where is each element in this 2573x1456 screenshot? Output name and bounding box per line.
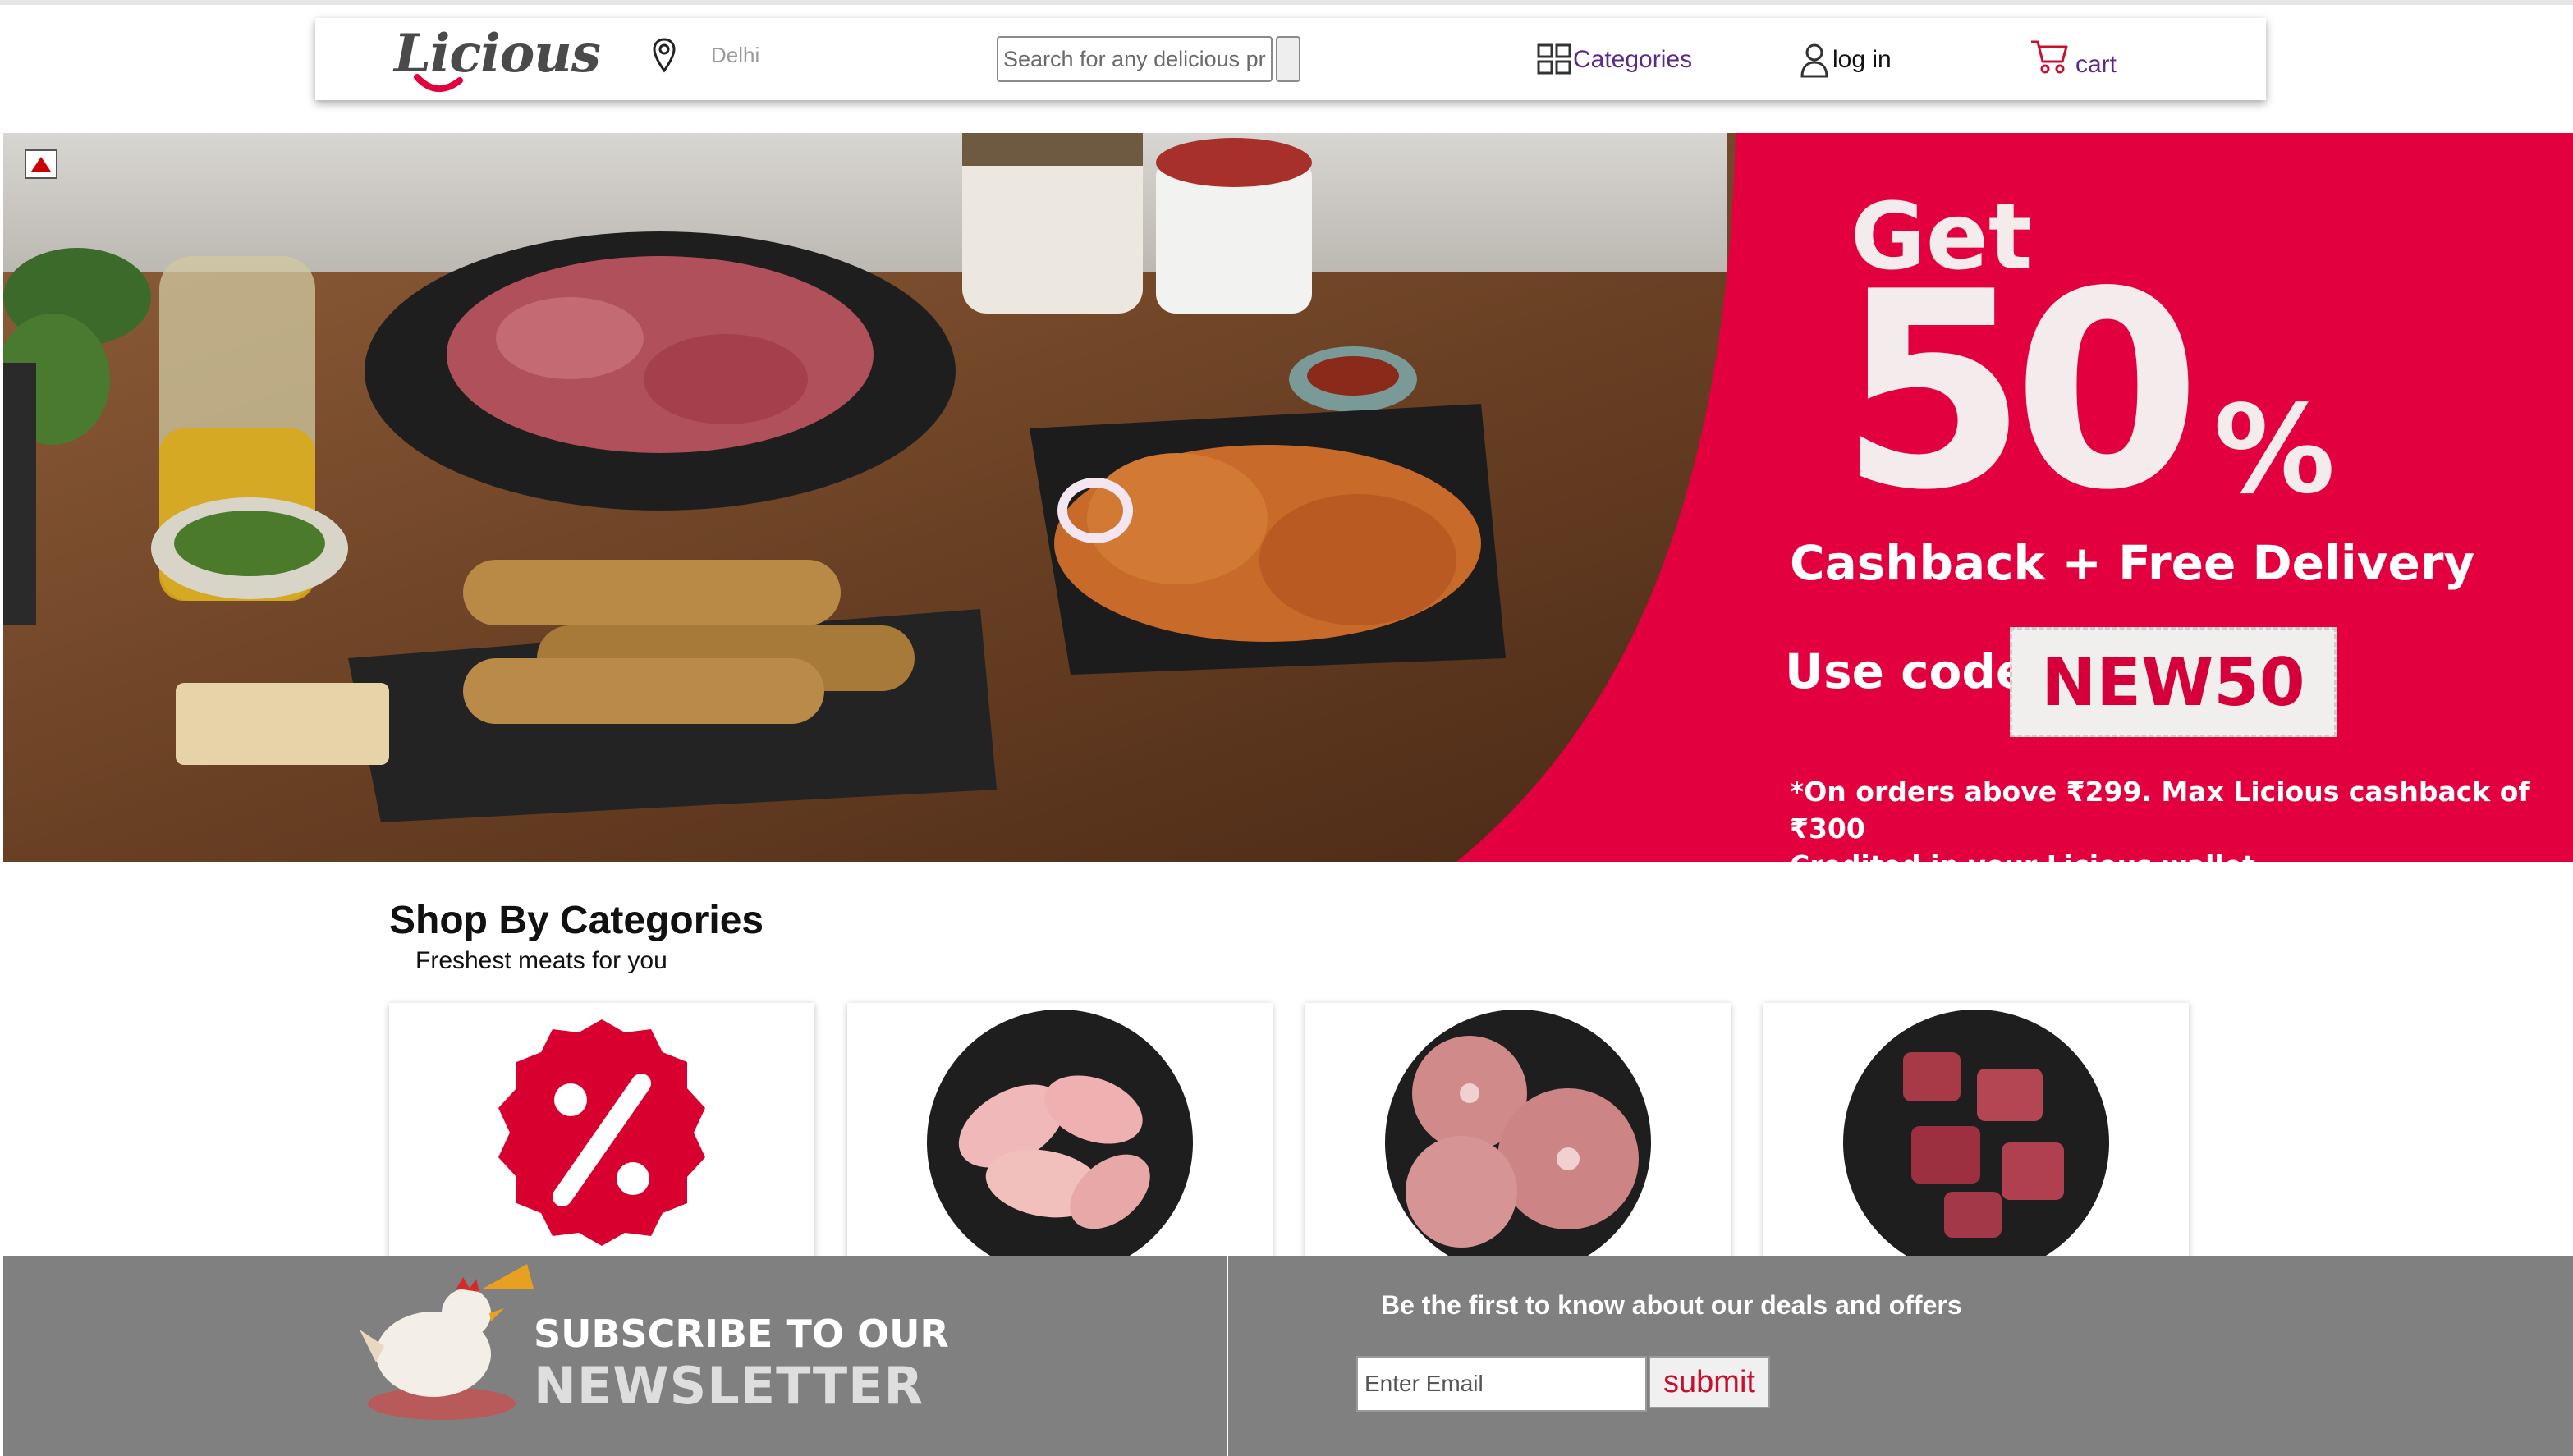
promo-use-code-label: Use code (1785, 643, 2029, 699)
search-button[interactable] (1276, 36, 1300, 82)
promo-percent-sign: % (2213, 379, 2336, 520)
logo-smile-icon (414, 74, 463, 93)
newsletter-footer: SUBSCRIBE TO OUR NEWSLETTER Be the first… (3, 1256, 2573, 1456)
promo-percent-number: 50 (1839, 234, 2201, 549)
cart-link[interactable]: cart (2030, 36, 2117, 85)
newsletter-email-input[interactable] (1356, 1356, 1647, 1412)
category-cards (389, 1003, 2195, 1266)
newsletter-divider (1227, 1256, 1228, 1456)
promo-note: *On orders above ₹299. Max Licious cashb… (1790, 773, 2573, 862)
rooster-mascot-icon (360, 1264, 534, 1420)
category-card-chicken[interactable] (847, 1003, 1273, 1266)
section-title: Shop By Categories (389, 899, 764, 942)
search-input[interactable] (997, 36, 1273, 82)
licious-logo[interactable]: Licious (394, 23, 601, 105)
cart-icon (2031, 40, 2068, 74)
category-card-mutton[interactable] (1763, 1003, 2189, 1266)
top-border (0, 0, 2573, 5)
user-icon (1800, 43, 1828, 78)
category-card-fish[interactable] (1305, 1003, 1731, 1266)
promo-note-line1: *On orders above ₹299. Max Licious cashb… (1790, 776, 2530, 845)
ad-badge-icon[interactable] (25, 149, 57, 179)
categories-link[interactable]: Categories (1537, 39, 1692, 80)
newsletter-submit-button[interactable]: submit (1649, 1356, 1770, 1408)
fish-steak-icon (1385, 1010, 1651, 1266)
promo-note-line2: Credited in your Licious wallet (1790, 847, 2573, 862)
promo-cashback-line: Cashback + Free Delivery (1790, 535, 2475, 591)
login-label: log in (1832, 46, 1892, 73)
categories-label: Categories (1573, 46, 1693, 73)
site-header: Licious Delhi Categories log in (315, 18, 2266, 100)
newsletter-tagline: Be the first to know about our deals and… (1381, 1290, 1962, 1320)
promo-text: Get 50 % Cashback + Free Delivery Use co… (1645, 133, 2573, 862)
category-card-offers[interactable] (389, 1003, 814, 1266)
mutton-icon (1843, 1010, 2109, 1266)
section-subtitle: Freshest meats for you (415, 947, 667, 974)
login-link[interactable]: log in (1800, 39, 1892, 80)
newsletter-title-line1: SUBSCRIBE TO OUR (534, 1312, 949, 1356)
grid-icon (1537, 43, 1571, 75)
cart-label: cart (2075, 51, 2117, 78)
percent-offer-icon (498, 1019, 705, 1246)
promo-code-badge: NEW50 (2010, 627, 2337, 737)
promo-banner[interactable]: Get 50 % Cashback + Free Delivery Use co… (3, 133, 2573, 862)
newsletter-title-line2: NEWSLETTER (534, 1356, 924, 1416)
location-pin-icon[interactable] (652, 38, 677, 74)
location-label[interactable]: Delhi (711, 43, 759, 68)
chicken-icon (927, 1010, 1193, 1266)
